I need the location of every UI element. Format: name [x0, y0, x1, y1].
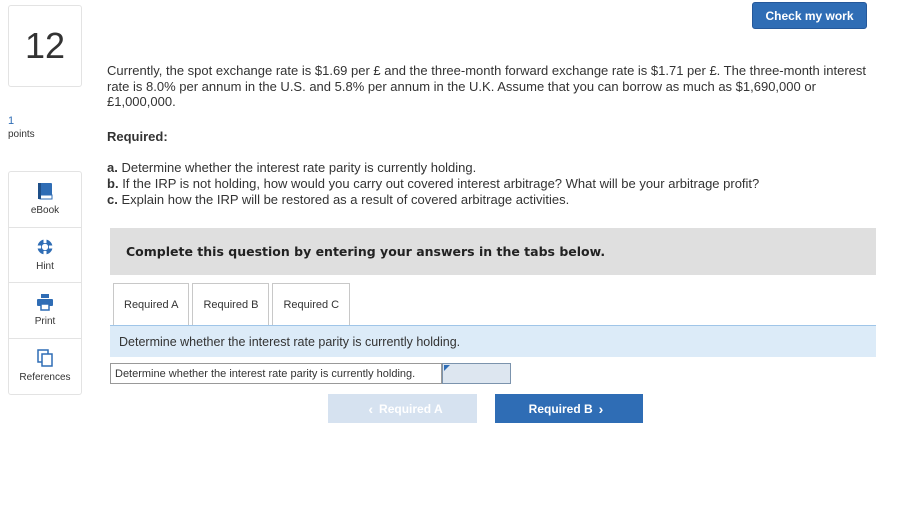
- part-c: c. Explain how the IRP will be restored …: [107, 192, 867, 208]
- hint-label: Hint: [36, 260, 54, 272]
- ebook-label: eBook: [30, 205, 60, 217]
- next-tab-button[interactable]: Required B ›: [495, 394, 643, 423]
- part-letter: b.: [107, 176, 119, 191]
- print-label: Print: [34, 316, 56, 328]
- hint-button[interactable]: Hint: [9, 228, 81, 283]
- chevron-right-icon: ›: [598, 400, 604, 417]
- previous-tab-button[interactable]: ‹ Required A: [328, 394, 477, 423]
- part-letter: c.: [107, 192, 118, 207]
- tab-required-a[interactable]: Required A: [113, 283, 190, 326]
- lifebuoy-icon: [36, 238, 54, 256]
- tab-required-b[interactable]: Required B: [192, 283, 270, 326]
- tab-instruction: Determine whether the interest rate pari…: [110, 326, 876, 357]
- documents-icon: [36, 349, 54, 367]
- answer-dropdown[interactable]: [442, 363, 511, 384]
- points-value: 1: [8, 115, 15, 127]
- book-icon: [36, 182, 54, 200]
- points-label: points: [8, 129, 35, 140]
- check-my-work-button[interactable]: Check my work: [752, 2, 867, 29]
- complete-instructions: Complete this question by entering your …: [110, 228, 876, 275]
- printer-icon: [36, 293, 54, 311]
- part-letter: a.: [107, 160, 118, 175]
- part-b: b. If the IRP is not holding, how would …: [107, 176, 867, 192]
- part-text: If the IRP is not holding, how would you…: [122, 176, 760, 191]
- answer-tabs: Required A Required B Required C: [113, 283, 353, 326]
- references-button[interactable]: References: [9, 339, 81, 395]
- answer-label: Determine whether the interest rate pari…: [110, 363, 442, 384]
- question-text: Currently, the spot exchange rate is $1.…: [107, 63, 867, 109]
- references-label: References: [19, 372, 71, 384]
- part-text: Determine whether the interest rate pari…: [121, 160, 477, 175]
- next-tab-label: Required B: [528, 401, 593, 416]
- part-a: a. Determine whether the interest rate p…: [107, 160, 867, 176]
- tab-required-c[interactable]: Required C: [272, 283, 351, 326]
- previous-tab-label: Required A: [379, 401, 443, 416]
- part-text: Explain how the IRP will be restored as …: [121, 192, 570, 207]
- required-parts: a. Determine whether the interest rate p…: [107, 160, 867, 208]
- sidebar-tools: eBook Hint Print References: [8, 171, 82, 395]
- question-number: 12: [8, 5, 82, 87]
- dropdown-marker-icon: [444, 365, 450, 371]
- print-button[interactable]: Print: [9, 283, 81, 339]
- chevron-left-icon: ‹: [368, 400, 374, 417]
- ebook-button[interactable]: eBook: [9, 172, 81, 228]
- required-heading: Required:: [107, 129, 168, 144]
